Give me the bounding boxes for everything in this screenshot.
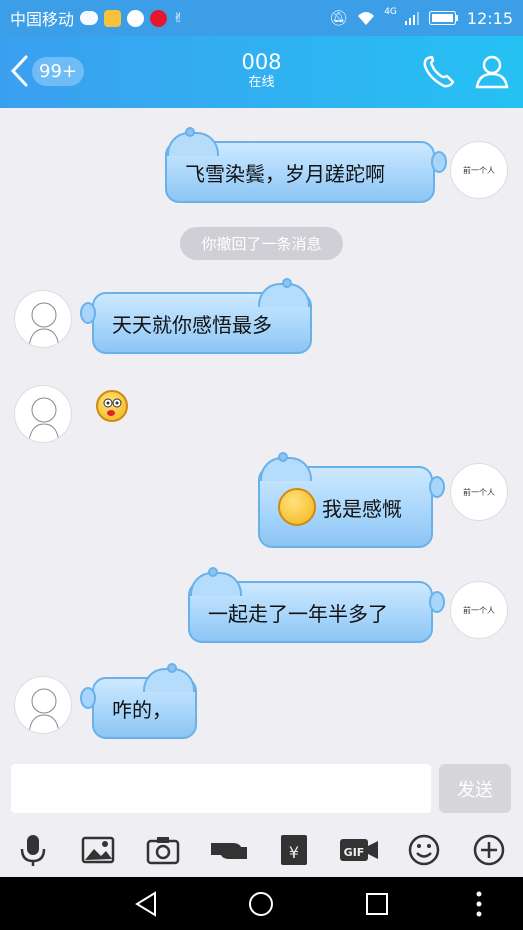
image-icon[interactable] xyxy=(81,833,115,867)
avatar-label: 前一个人 xyxy=(463,166,495,175)
contact-avatar[interactable] xyxy=(14,385,72,443)
wifi-icon xyxy=(358,12,375,25)
recall-notice-text: 你撤回了一条消息 xyxy=(201,235,322,253)
message-bubble-outgoing[interactable]: 我是感慨 xyxy=(258,452,445,548)
qq-notification-icon xyxy=(127,9,145,27)
send-button[interactable]: 发送 xyxy=(439,764,511,813)
nav-home-icon[interactable] xyxy=(246,889,276,919)
plus-icon[interactable] xyxy=(472,833,506,867)
signal-icon xyxy=(404,12,419,25)
my-avatar[interactable]: 前一个人 xyxy=(450,463,508,521)
camera-icon[interactable] xyxy=(146,833,180,867)
drooling-emoji-icon[interactable] xyxy=(96,390,128,422)
mute-icon: 🔕︎ xyxy=(329,9,349,27)
sketch-boy-avatar-icon xyxy=(28,302,60,347)
red-packet-hand-icon[interactable] xyxy=(209,833,249,867)
nav-back-icon[interactable] xyxy=(131,889,161,919)
sketch-boy-avatar-icon xyxy=(28,688,60,733)
transfer-icon[interactable]: ¥ xyxy=(277,833,311,867)
emoji-icon[interactable] xyxy=(407,833,441,867)
input-toolbar: ¥ GIF xyxy=(0,825,523,877)
message-text: 我是感慨 xyxy=(322,496,402,521)
recall-notice: 你撤回了一条消息 xyxy=(180,227,343,260)
message-input-area: 发送 xyxy=(0,752,523,825)
chat-header: 99+ 008 在线 xyxy=(0,36,523,108)
message-bubble-outgoing[interactable]: 飞雪染鬓，岁月蹉跎啊 xyxy=(165,127,447,203)
yy-app-icon xyxy=(104,9,122,27)
battery-icon xyxy=(428,11,458,25)
sweat-emoji-icon xyxy=(278,488,316,526)
svg-text:¥: ¥ xyxy=(289,843,299,862)
svg-text:GIF: GIF xyxy=(344,846,365,859)
contact-avatar[interactable] xyxy=(14,290,72,348)
avatar-label: 前一个人 xyxy=(463,606,495,615)
gif-icon[interactable]: GIF xyxy=(338,833,380,867)
message-text: 一起走了一年半多了 xyxy=(208,601,388,626)
message-bubble-outgoing[interactable]: 一起走了一年半多了 xyxy=(188,567,445,643)
clock: 12:15 xyxy=(466,8,513,28)
mic-icon[interactable] xyxy=(16,833,50,867)
my-avatar[interactable]: 前一个人 xyxy=(450,581,508,639)
nav-recents-icon[interactable] xyxy=(362,889,392,919)
sketch-boy-avatar-icon xyxy=(28,397,60,442)
nav-more-icon[interactable] xyxy=(464,889,494,919)
avatar-label: 前一个人 xyxy=(463,488,495,497)
contact-avatar[interactable] xyxy=(14,676,72,734)
message-text: 天天就你感悟最多 xyxy=(112,312,272,337)
phone-call-button[interactable] xyxy=(420,54,460,90)
misc-notification-icon: ✌ xyxy=(173,10,184,26)
weibo-icon xyxy=(150,9,168,27)
message-text: 飞雪染鬓，岁月蹉跎啊 xyxy=(185,161,385,186)
status-bar: 中国移动 ✌ 🔕︎ 4G 12:15 xyxy=(0,0,523,36)
message-bubble-incoming[interactable]: 咋的， xyxy=(80,663,197,739)
system-nav-bar xyxy=(0,877,523,930)
message-input[interactable] xyxy=(11,764,431,813)
message-text: 咋的， xyxy=(112,697,172,722)
my-avatar[interactable]: 前一个人 xyxy=(450,141,508,199)
message-notification-icon xyxy=(80,11,99,25)
carrier-label: 中国移动 xyxy=(10,10,75,29)
message-bubble-incoming[interactable]: 天天就你感悟最多 xyxy=(80,278,312,354)
contact-profile-button[interactable] xyxy=(474,54,510,90)
network-type-label: 4G xyxy=(384,7,397,17)
